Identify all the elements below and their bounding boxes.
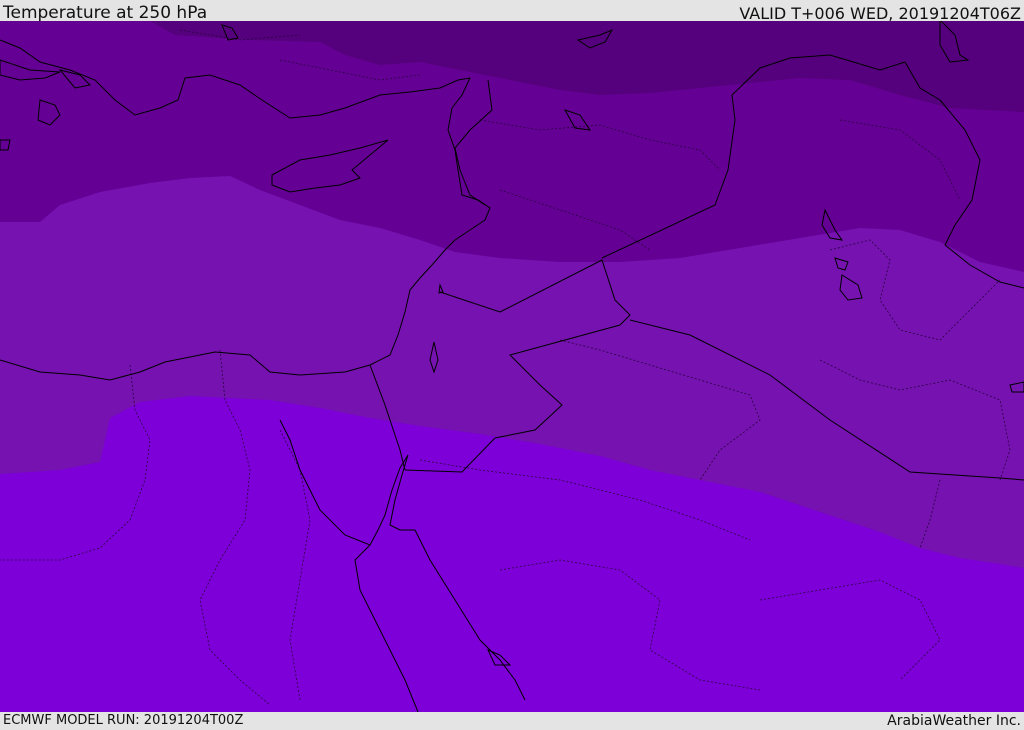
map-title: Temperature at 250 hPa (3, 3, 208, 23)
map-canvas (0, 21, 1024, 712)
credit-label: ArabiaWeather Inc. (887, 713, 1021, 729)
header-bar: Temperature at 250 hPa VALID T+006 WED, … (0, 0, 1024, 23)
model-run-label: ECMWF MODEL RUN: 20191204T00Z (3, 713, 244, 728)
footer-bar: ECMWF MODEL RUN: 20191204T00Z ArabiaWeat… (0, 712, 1024, 729)
weather-map[interactable] (0, 21, 1024, 712)
